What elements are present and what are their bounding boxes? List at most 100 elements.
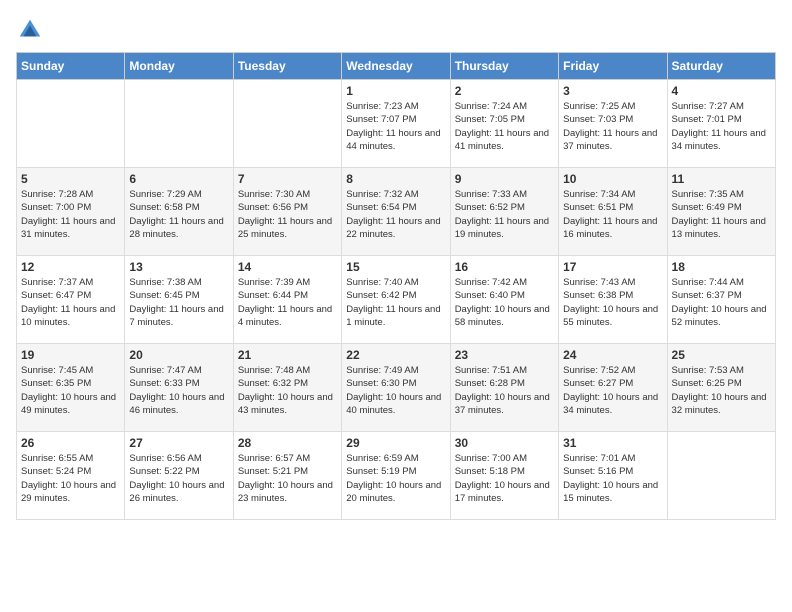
calendar-cell: 31 Sunrise: 7:01 AM Sunset: 5:16 PM Dayli… bbox=[559, 432, 667, 520]
day-info: Sunrise: 7:37 AM Sunset: 6:47 PM Dayligh… bbox=[21, 276, 120, 329]
calendar-cell: 2 Sunrise: 7:24 AM Sunset: 7:05 PM Daylig… bbox=[450, 80, 558, 168]
calendar-cell: 9Sunrise: 7:33 AM Sunset: 6:52 PM Daylig… bbox=[450, 168, 558, 256]
day-info: Sunrise: 7:44 AM Sunset: 6:37 PM Dayligh… bbox=[672, 276, 771, 329]
calendar-cell: 15 Sunrise: 7:40 AM Sunset: 6:42 PM Dayli… bbox=[342, 256, 450, 344]
day-number: 22 bbox=[346, 348, 445, 362]
day-number: 3 bbox=[563, 84, 662, 98]
day-number: 15 bbox=[346, 260, 445, 274]
day-number: 21 bbox=[238, 348, 337, 362]
day-number: 23 bbox=[455, 348, 554, 362]
day-info: Sunrise: 7:45 AM Sunset: 6:35 PM Dayligh… bbox=[21, 364, 120, 417]
calendar-cell bbox=[125, 80, 233, 168]
day-info: Sunrise: 7:52 AM Sunset: 6:27 PM Dayligh… bbox=[563, 364, 662, 417]
calendar-cell: 14Sunrise: 7:39 AM Sunset: 6:44 PM Dayli… bbox=[233, 256, 341, 344]
day-info: Sunrise: 7:25 AM Sunset: 7:03 PM Dayligh… bbox=[563, 100, 662, 153]
day-number: 4 bbox=[672, 84, 771, 98]
calendar-table: SundayMondayTuesdayWednesdayThursdayFrid… bbox=[16, 52, 776, 520]
day-number: 26 bbox=[21, 436, 120, 450]
day-info: Sunrise: 7:32 AM Sunset: 6:54 PM Dayligh… bbox=[346, 188, 445, 241]
calendar-week-row: 26 Sunrise: 6:55 AM Sunset: 5:24 PM Dayli… bbox=[17, 432, 776, 520]
day-info: Sunrise: 7:01 AM Sunset: 5:16 PM Dayligh… bbox=[563, 452, 662, 505]
calendar-week-row: 12 Sunrise: 7:37 AM Sunset: 6:47 PM Dayli… bbox=[17, 256, 776, 344]
calendar-cell: 3 Sunrise: 7:25 AM Sunset: 7:03 PM Daylig… bbox=[559, 80, 667, 168]
day-info: Sunrise: 7:47 AM Sunset: 6:33 PM Dayligh… bbox=[129, 364, 228, 417]
day-number: 27 bbox=[129, 436, 228, 450]
calendar-cell: 28 Sunrise: 6:57 AM Sunset: 5:21 PM Dayli… bbox=[233, 432, 341, 520]
day-info: Sunrise: 7:48 AM Sunset: 6:32 PM Dayligh… bbox=[238, 364, 337, 417]
calendar-cell: 19 Sunrise: 7:45 AM Sunset: 6:35 PM Dayli… bbox=[17, 344, 125, 432]
calendar-cell: 1 Sunrise: 7:23 AM Sunset: 7:07 PM Daylig… bbox=[342, 80, 450, 168]
calendar-cell: 5Sunrise: 7:28 AM Sunset: 7:00 PM Daylig… bbox=[17, 168, 125, 256]
calendar-cell: 8 Sunrise: 7:32 AM Sunset: 6:54 PM Daylig… bbox=[342, 168, 450, 256]
day-info: Sunrise: 7:00 AM Sunset: 5:18 PM Dayligh… bbox=[455, 452, 554, 505]
day-number: 28 bbox=[238, 436, 337, 450]
day-number: 2 bbox=[455, 84, 554, 98]
day-number: 20 bbox=[129, 348, 228, 362]
calendar-cell: 30 Sunrise: 7:00 AM Sunset: 5:18 PM Dayli… bbox=[450, 432, 558, 520]
calendar-cell: 16Sunrise: 7:42 AM Sunset: 6:40 PM Dayli… bbox=[450, 256, 558, 344]
calendar-cell: 21 Sunrise: 7:48 AM Sunset: 6:32 PM Dayli… bbox=[233, 344, 341, 432]
day-number: 13 bbox=[129, 260, 228, 274]
day-info: Sunrise: 6:57 AM Sunset: 5:21 PM Dayligh… bbox=[238, 452, 337, 505]
day-number: 19 bbox=[21, 348, 120, 362]
day-info: Sunrise: 7:43 AM Sunset: 6:38 PM Dayligh… bbox=[563, 276, 662, 329]
calendar-week-row: 5Sunrise: 7:28 AM Sunset: 7:00 PM Daylig… bbox=[17, 168, 776, 256]
day-info: Sunrise: 6:55 AM Sunset: 5:24 PM Dayligh… bbox=[21, 452, 120, 505]
calendar-cell bbox=[233, 80, 341, 168]
calendar-cell: 7 Sunrise: 7:30 AM Sunset: 6:56 PM Daylig… bbox=[233, 168, 341, 256]
day-info: Sunrise: 7:51 AM Sunset: 6:28 PM Dayligh… bbox=[455, 364, 554, 417]
day-number: 24 bbox=[563, 348, 662, 362]
day-number: 1 bbox=[346, 84, 445, 98]
calendar-cell: 10Sunrise: 7:34 AM Sunset: 6:51 PM Dayli… bbox=[559, 168, 667, 256]
calendar-cell: 4Sunrise: 7:27 AM Sunset: 7:01 PM Daylig… bbox=[667, 80, 775, 168]
day-info: Sunrise: 7:38 AM Sunset: 6:45 PM Dayligh… bbox=[129, 276, 228, 329]
calendar-cell bbox=[17, 80, 125, 168]
logo-icon bbox=[16, 16, 44, 44]
logo bbox=[16, 16, 48, 44]
day-number: 7 bbox=[238, 172, 337, 186]
calendar-cell: 17 Sunrise: 7:43 AM Sunset: 6:38 PM Dayli… bbox=[559, 256, 667, 344]
day-info: Sunrise: 7:33 AM Sunset: 6:52 PM Dayligh… bbox=[455, 188, 554, 241]
calendar-week-row: 1 Sunrise: 7:23 AM Sunset: 7:07 PM Daylig… bbox=[17, 80, 776, 168]
day-number: 29 bbox=[346, 436, 445, 450]
day-info: Sunrise: 6:59 AM Sunset: 5:19 PM Dayligh… bbox=[346, 452, 445, 505]
day-number: 25 bbox=[672, 348, 771, 362]
day-info: Sunrise: 7:42 AM Sunset: 6:40 PM Dayligh… bbox=[455, 276, 554, 329]
day-info: Sunrise: 7:53 AM Sunset: 6:25 PM Dayligh… bbox=[672, 364, 771, 417]
day-of-week-header: Wednesday bbox=[342, 53, 450, 80]
day-of-week-header: Tuesday bbox=[233, 53, 341, 80]
calendar-cell: 20 Sunrise: 7:47 AM Sunset: 6:33 PM Dayli… bbox=[125, 344, 233, 432]
calendar-cell: 26 Sunrise: 6:55 AM Sunset: 5:24 PM Dayli… bbox=[17, 432, 125, 520]
day-number: 30 bbox=[455, 436, 554, 450]
day-info: Sunrise: 7:35 AM Sunset: 6:49 PM Dayligh… bbox=[672, 188, 771, 241]
calendar-cell bbox=[667, 432, 775, 520]
day-number: 31 bbox=[563, 436, 662, 450]
day-of-week-header: Sunday bbox=[17, 53, 125, 80]
calendar-cell: 13 Sunrise: 7:38 AM Sunset: 6:45 PM Dayli… bbox=[125, 256, 233, 344]
day-info: Sunrise: 7:40 AM Sunset: 6:42 PM Dayligh… bbox=[346, 276, 445, 329]
day-info: Sunrise: 7:49 AM Sunset: 6:30 PM Dayligh… bbox=[346, 364, 445, 417]
day-of-week-header: Saturday bbox=[667, 53, 775, 80]
page-header bbox=[16, 16, 776, 44]
calendar-cell: 6 Sunrise: 7:29 AM Sunset: 6:58 PM Daylig… bbox=[125, 168, 233, 256]
day-info: Sunrise: 7:30 AM Sunset: 6:56 PM Dayligh… bbox=[238, 188, 337, 241]
day-number: 5 bbox=[21, 172, 120, 186]
day-number: 8 bbox=[346, 172, 445, 186]
day-info: Sunrise: 7:29 AM Sunset: 6:58 PM Dayligh… bbox=[129, 188, 228, 241]
calendar-cell: 12 Sunrise: 7:37 AM Sunset: 6:47 PM Dayli… bbox=[17, 256, 125, 344]
day-number: 18 bbox=[672, 260, 771, 274]
day-info: Sunrise: 6:56 AM Sunset: 5:22 PM Dayligh… bbox=[129, 452, 228, 505]
day-number: 6 bbox=[129, 172, 228, 186]
day-info: Sunrise: 7:24 AM Sunset: 7:05 PM Dayligh… bbox=[455, 100, 554, 153]
day-number: 17 bbox=[563, 260, 662, 274]
day-info: Sunrise: 7:34 AM Sunset: 6:51 PM Dayligh… bbox=[563, 188, 662, 241]
day-of-week-header: Monday bbox=[125, 53, 233, 80]
day-number: 12 bbox=[21, 260, 120, 274]
day-info: Sunrise: 7:23 AM Sunset: 7:07 PM Dayligh… bbox=[346, 100, 445, 153]
calendar-cell: 18 Sunrise: 7:44 AM Sunset: 6:37 PM Dayli… bbox=[667, 256, 775, 344]
calendar-cell: 29 Sunrise: 6:59 AM Sunset: 5:19 PM Dayli… bbox=[342, 432, 450, 520]
calendar-cell: 25 Sunrise: 7:53 AM Sunset: 6:25 PM Dayli… bbox=[667, 344, 775, 432]
calendar-cell: 27 Sunrise: 6:56 AM Sunset: 5:22 PM Dayli… bbox=[125, 432, 233, 520]
calendar-cell: 24 Sunrise: 7:52 AM Sunset: 6:27 PM Dayli… bbox=[559, 344, 667, 432]
day-info: Sunrise: 7:39 AM Sunset: 6:44 PM Dayligh… bbox=[238, 276, 337, 329]
